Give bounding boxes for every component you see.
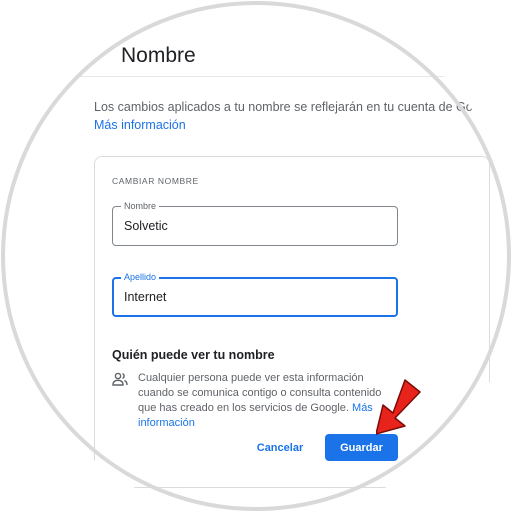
save-button[interactable]: Guardar	[325, 434, 398, 461]
first-name-input[interactable]	[124, 219, 384, 233]
page-title: Nombre	[121, 44, 196, 67]
people-icon	[112, 372, 128, 386]
cancel-button[interactable]: Cancelar	[250, 436, 310, 460]
last-name-label: Apellido	[121, 271, 160, 283]
intro-text: Los cambios aplicados a tu nombre se ref…	[94, 100, 500, 114]
visibility-description: Cualquier persona puede ver esta informa…	[138, 371, 398, 431]
section-label: CAMBIAR NOMBRE	[112, 176, 199, 186]
first-name-label: Nombre	[121, 200, 160, 212]
last-name-field[interactable]: Apellido	[112, 271, 398, 317]
back-arrow-icon[interactable]	[62, 42, 98, 70]
page-header: Nombre	[0, 0, 520, 77]
magnified-view: Nombre Los cambios aplicados a tu nombre…	[0, 0, 520, 520]
visibility-title: Quién puede ver tu nombre	[112, 348, 275, 362]
more-info-link[interactable]: Más información	[94, 118, 186, 132]
first-name-field[interactable]: Nombre	[112, 200, 398, 246]
visibility-text: Cualquier persona puede ver esta informa…	[138, 372, 382, 414]
annotation-arrow-icon	[376, 379, 421, 435]
last-name-input[interactable]	[124, 290, 384, 304]
